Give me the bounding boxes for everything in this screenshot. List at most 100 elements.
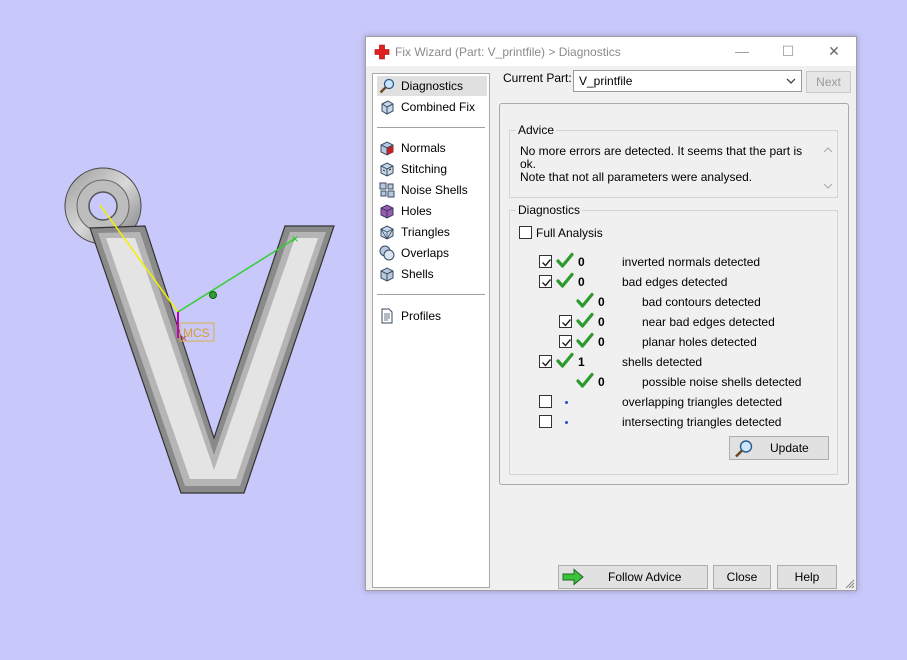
nav-label: Holes: [401, 204, 432, 218]
nav-item-triangles[interactable]: Triangles: [377, 222, 487, 242]
nav-item-noise-shells[interactable]: Noise Shells: [377, 180, 487, 200]
nav-item-holes[interactable]: Holes: [377, 201, 487, 221]
red-cross-icon: [374, 44, 390, 60]
nav-label: Noise Shells: [401, 183, 468, 197]
noise-shells-count: 0: [598, 375, 605, 389]
pending-dot-icon: [565, 421, 568, 424]
minimize-button[interactable]: —: [719, 37, 765, 66]
next-button[interactable]: Next: [806, 71, 851, 93]
3d-viewport[interactable]: × MCS ×: [0, 0, 360, 660]
checkmark-icon: [562, 319, 572, 327]
checkmark-icon: [542, 279, 552, 287]
intersecting-triangles-checkbox[interactable]: [539, 415, 552, 428]
current-part-value: V_printfile: [579, 74, 633, 88]
shells-count: 1: [578, 355, 585, 369]
advice-text: No more errors are detected. It seems th…: [520, 145, 810, 184]
planar-holes-count: 0: [598, 335, 605, 349]
nav-item-normals[interactable]: Normals: [377, 138, 487, 158]
nav-item-stitching[interactable]: Stitching: [377, 159, 487, 179]
green-check-icon: [576, 332, 594, 348]
full-analysis-checkbox[interactable]: [519, 226, 532, 239]
title-bar[interactable]: Fix Wizard (Part: V_printfile) > Diagnos…: [366, 37, 856, 66]
overlapping-triangles-label: overlapping triangles detected: [622, 395, 783, 409]
overlapping-triangles-checkbox[interactable]: [539, 395, 552, 408]
bad-edges-count: 0: [578, 275, 585, 289]
svg-text:×: ×: [180, 334, 188, 344]
current-part-label: Current Part:: [503, 71, 572, 85]
window-title: Fix Wizard (Part: V_printfile) > Diagnos…: [395, 45, 621, 59]
maximize-button[interactable]: ☐: [765, 37, 811, 66]
magnifier-icon: [735, 440, 753, 458]
near-bad-edges-count: 0: [598, 315, 605, 329]
nav-label: Overlaps: [401, 246, 450, 260]
close-button[interactable]: Close: [713, 565, 771, 589]
nav-item-profiles[interactable]: Profiles: [377, 306, 487, 326]
wizard-nav: Diagnostics Combined Fix Normals Stitchi…: [372, 73, 490, 588]
advice-scrollbar[interactable]: [821, 143, 835, 193]
green-check-icon: [556, 352, 574, 368]
full-analysis-label: Full Analysis: [536, 226, 603, 240]
update-label: Update: [770, 441, 809, 455]
chevron-down-icon: [786, 78, 796, 84]
overlaps-icon: [379, 245, 395, 261]
nav-item-diagnostics[interactable]: Diagnostics: [377, 76, 487, 96]
magnifier-icon: [379, 78, 395, 94]
bad-edges-label: bad edges detected: [622, 275, 728, 289]
normals-cube-icon: [380, 141, 394, 156]
pending-dot-icon: [565, 401, 568, 404]
inverted-normals-count: 0: [578, 255, 585, 269]
svg-text:×: ×: [291, 234, 299, 245]
current-part-select[interactable]: V_printfile: [573, 70, 802, 92]
advice-group-label: Advice: [516, 123, 557, 137]
noise-shells-icon: [379, 182, 395, 198]
near-bad-edges-label: near bad edges detected: [642, 315, 775, 329]
nav-label: Triangles: [401, 225, 450, 239]
checkmark-icon: [542, 259, 552, 267]
advice-line-2: Note that not all parameters were analys…: [520, 170, 753, 184]
green-arrow-icon: [562, 568, 584, 586]
advice-group: Advice No more errors are detected. It s…: [509, 123, 838, 198]
close-window-button[interactable]: ✕: [811, 37, 857, 66]
green-check-icon: [556, 252, 574, 268]
update-button[interactable]: Update: [729, 436, 829, 460]
nav-separator: [377, 127, 485, 128]
inverted-normals-checkbox[interactable]: [539, 255, 552, 268]
diagnostics-group: Diagnostics Full Analysis 0 inverted nor…: [509, 203, 838, 475]
bad-contours-label: bad contours detected: [642, 295, 761, 309]
nav-label: Stitching: [401, 162, 448, 176]
nav-label: Profiles: [401, 309, 442, 323]
near-bad-edges-checkbox[interactable]: [559, 315, 572, 328]
checkmark-icon: [562, 339, 572, 347]
shells-cube-icon: [380, 267, 394, 282]
checkmark-icon: [542, 359, 552, 367]
nav-label: Normals: [401, 141, 446, 155]
diagnostics-panel: Advice No more errors are detected. It s…: [499, 103, 849, 485]
intersecting-triangles-label: intersecting triangles detected: [622, 415, 782, 429]
resize-grip-icon[interactable]: [845, 579, 855, 589]
diagnostics-group-label: Diagnostics: [516, 203, 583, 217]
planar-holes-checkbox[interactable]: [559, 335, 572, 348]
green-check-icon: [576, 312, 594, 328]
inverted-normals-label: inverted normals detected: [622, 255, 761, 269]
follow-advice-button[interactable]: Follow Advice: [558, 565, 708, 589]
nav-label: Combined Fix: [401, 100, 476, 114]
holes-cube-icon: [380, 204, 394, 219]
help-button[interactable]: Help: [777, 565, 837, 589]
shells-checkbox[interactable]: [539, 355, 552, 368]
green-check-icon: [576, 292, 594, 308]
shells-label: shells detected: [622, 355, 703, 369]
green-check-icon: [576, 372, 594, 388]
noise-shells-label: possible noise shells detected: [642, 375, 802, 389]
nav-separator: [377, 294, 485, 295]
fix-wizard-window: Fix Wizard (Part: V_printfile) > Diagnos…: [365, 36, 857, 591]
nav-item-overlaps[interactable]: Overlaps: [377, 243, 487, 263]
advice-line-1: No more errors are detected. It seems th…: [520, 144, 803, 171]
planar-holes-label: planar holes detected: [642, 335, 757, 349]
green-check-icon: [556, 272, 574, 288]
nav-item-combined-fix[interactable]: Combined Fix: [377, 97, 487, 117]
nav-item-shells[interactable]: Shells: [377, 264, 487, 284]
bad-contours-count: 0: [598, 295, 605, 309]
bad-edges-checkbox[interactable]: [539, 275, 552, 288]
document-icon: [381, 308, 393, 324]
nav-label: Shells: [401, 267, 434, 281]
